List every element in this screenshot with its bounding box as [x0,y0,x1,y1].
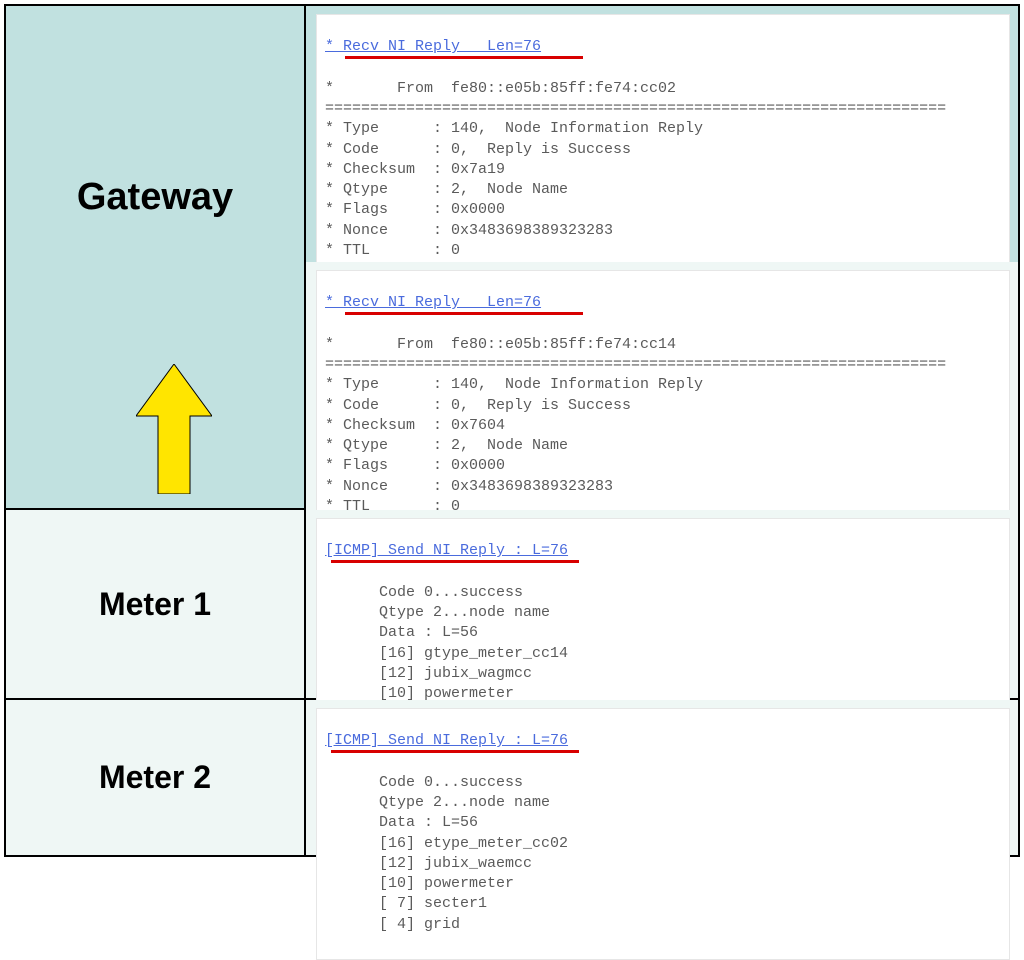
meter2-title: Meter 2 [99,759,211,796]
sep-line: ========================================… [325,100,946,117]
type-line: * Type : 140, Node Information Reply [325,376,703,393]
seg-line: [ 4] grid [325,916,460,933]
seg-line: [12] jubix_waemcc [325,855,532,872]
send-ni-reply-header: [ICMP] Send NI Reply : L=76 [325,541,568,561]
nonce-line: * Nonce : 0x3483698389323283 [325,222,613,239]
recv-ni-reply-header: * Recv NI Reply Len=76 [325,37,541,57]
qtype-line: * Qtype : 2, Node Name [325,181,568,198]
meter2-pane: [ICMP] Send NI Reply : L=76 Code 0...suc… [316,708,1010,960]
flags-line: * Flags : 0x0000 [325,201,505,218]
qtype-line: * Qtype : 2, Node Name [325,437,568,454]
seg-line: [12] jubix_wagmcc [325,665,532,682]
cell-meter1-pane: [ICMP] Send NI Reply : L=76 Code 0...suc… [306,510,1018,698]
data-line: Data : L=56 [325,624,478,641]
gateway-pane-wrap-b: * Recv NI Reply Len=76 * From fe80::e05b… [306,262,1018,512]
diagram-root: Gateway * Recv NI Reply Len=76 * From fe… [0,0,1024,861]
row-gateway: Gateway * Recv NI Reply Len=76 * From fe… [6,6,1018,510]
seg-line: [ 7] secter1 [325,895,487,912]
send-ni-reply-header: [ICMP] Send NI Reply : L=76 [325,731,568,751]
cell-gateway-panes: * Recv NI Reply Len=76 * From fe80::e05b… [306,6,1018,508]
code-line: * Code : 0, Reply is Success [325,397,631,414]
cell-meter2-pane: [ICMP] Send NI Reply : L=76 Code 0...suc… [306,700,1018,855]
type-line: * Type : 140, Node Information Reply [325,120,703,137]
checksum-line: * Checksum : 0x7a19 [325,161,505,178]
code-line: * Code : 0, Reply is Success [325,141,631,158]
qtype-line: Qtype 2...node name [325,794,550,811]
nonce-line: * Nonce : 0x3483698389323283 [325,478,613,495]
row-meter2: Meter 2 [ICMP] Send NI Reply : L=76 Code… [6,700,1018,855]
seg-line: [10] powermeter [325,875,514,892]
cell-meter1-label: Meter 1 [6,510,306,698]
meter1-title: Meter 1 [99,586,211,623]
checksum-line: * Checksum : 0x7604 [325,417,505,434]
sep-line: ========================================… [325,356,946,373]
cell-meter2-label: Meter 2 [6,700,306,855]
qtype-line: Qtype 2...node name [325,604,550,621]
from-line: * From fe80::e05b:85ff:fe74:cc14 [325,336,676,353]
row-meter1: Meter 1 [ICMP] Send NI Reply : L=76 Code… [6,510,1018,700]
ttl-line: * TTL : 0 [325,242,460,259]
seg-line: [16] gtype_meter_cc14 [325,645,568,662]
flags-line: * Flags : 0x0000 [325,457,505,474]
up-arrow-icon [136,364,212,494]
gateway-pane-wrap-a: * Recv NI Reply Len=76 * From fe80::e05b… [306,6,1018,262]
from-line: * From fe80::e05b:85ff:fe74:cc02 [325,80,676,97]
cell-gateway-label: Gateway [6,6,306,508]
gateway-title: Gateway [77,176,233,219]
data-line: Data : L=56 [325,814,478,831]
table-grid: Gateway * Recv NI Reply Len=76 * From fe… [4,4,1020,857]
code-line: Code 0...success [325,774,523,791]
recv-ni-reply-header: * Recv NI Reply Len=76 [325,293,541,313]
code-line: Code 0...success [325,584,523,601]
seg-line: [16] etype_meter_cc02 [325,835,568,852]
